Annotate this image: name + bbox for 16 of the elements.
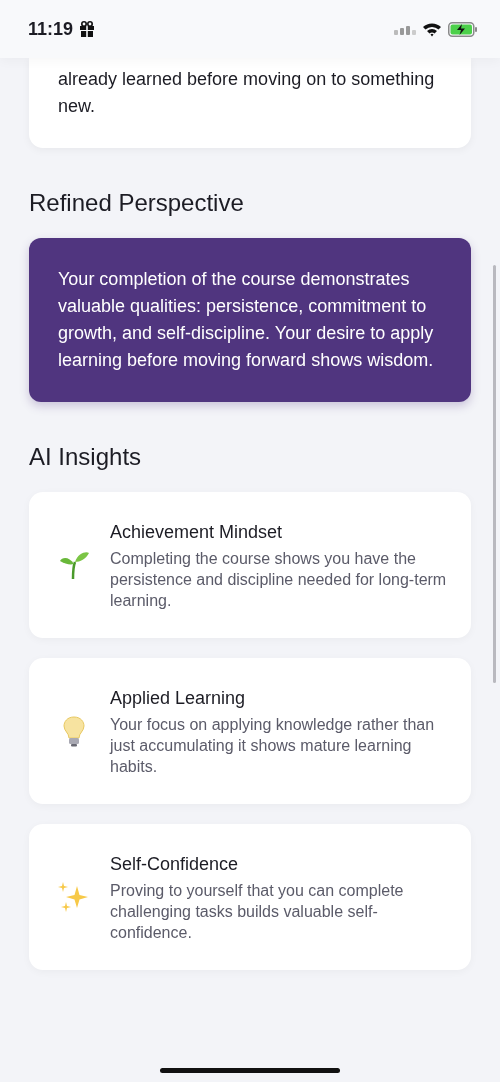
- insight-title: Achievement Mindset: [110, 520, 284, 544]
- battery-icon: [448, 21, 478, 37]
- insight-description: Completing the course shows you have the persistence and discipline needed for long-term learning.: [110, 548, 448, 611]
- section-heading: AI Insights: [29, 442, 143, 472]
- insight-description: Your focus on applying knowledge rather than just accumulating it shows mature learning habits.: [110, 714, 436, 777]
- scrollbar[interactable]: [493, 265, 496, 683]
- insight-description: Proving to yourself that you can complete challenging tasks builds valuable self-confidence.: [110, 880, 405, 943]
- wifi-icon: [422, 21, 442, 37]
- perspective-text: Your completion of the course demonstrates valuable qualities: persistence, commitment to growth, and self-discipline. Your desire to apply learning before moving forward shows wisdom.: [58, 269, 434, 370]
- section-heading: Refined Perspective: [29, 188, 245, 218]
- gift-icon: [79, 21, 96, 37]
- insight-title: Self-Confidence: [110, 852, 240, 876]
- insight-title: Applied Learning: [110, 686, 247, 710]
- reflection-text: already learned before moving on to something new.: [58, 69, 435, 116]
- signal-icon: [394, 23, 416, 35]
- status-time: 11:19: [28, 18, 74, 40]
